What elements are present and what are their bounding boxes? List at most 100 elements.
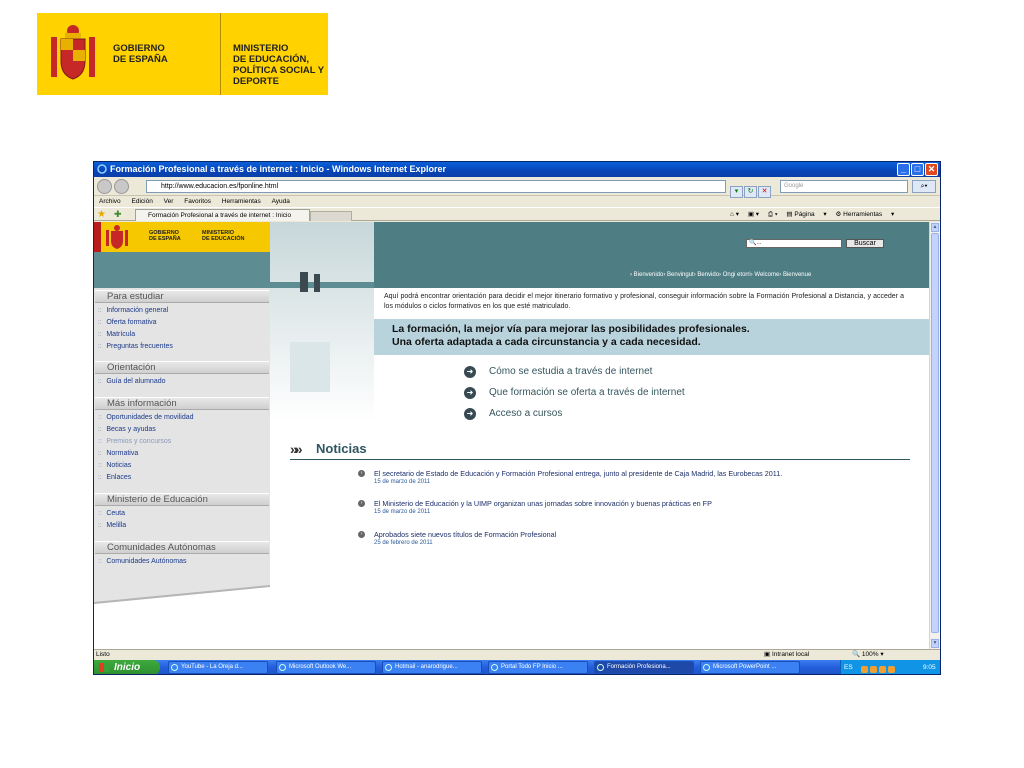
nav-oferta-formativa[interactable]: :: Oferta formativa bbox=[98, 318, 157, 328]
coat-of-arms-icon bbox=[51, 25, 95, 80]
tray-app-icon[interactable] bbox=[879, 666, 886, 673]
tray-app-icon[interactable] bbox=[861, 666, 868, 673]
nav-head-para-estudiar[interactable]: Para estudiar bbox=[95, 290, 269, 303]
address-bar-row: http://www.educacion.es/fponline.html ▾ ↻… bbox=[94, 177, 940, 198]
nav-head-orientacion[interactable]: Orientación bbox=[95, 361, 269, 374]
tab-active[interactable]: Formación Profesional a través de intern… bbox=[135, 209, 310, 221]
task-portal-fp[interactable]: Portal Todo FP Inicio ... bbox=[488, 661, 588, 674]
taskbar: Inicio YouTube - La Oreja d... Microsoft… bbox=[94, 660, 940, 674]
nav-normativa[interactable]: :: Normativa bbox=[98, 449, 138, 459]
task-outlook[interactable]: Microsoft Outlook We... bbox=[276, 661, 376, 674]
nav-ceuta[interactable]: :: Ceuta bbox=[98, 509, 125, 519]
system-tray: ES 9:05 bbox=[840, 660, 940, 674]
hero-photo-art bbox=[270, 272, 374, 392]
nav-informacion-general[interactable]: :: Información general bbox=[98, 306, 168, 316]
nav-head-ministerio[interactable]: Ministerio de Educación bbox=[95, 493, 269, 506]
start-button[interactable]: Inicio bbox=[94, 660, 160, 674]
menu-archivo[interactable]: Archivo bbox=[99, 198, 121, 205]
nav-guia-alumnado[interactable]: :: Guía del alumnado bbox=[98, 377, 166, 387]
nav-matricula[interactable]: :: Matrícula bbox=[98, 330, 135, 340]
address-input[interactable]: http://www.educacion.es/fponline.html bbox=[146, 180, 726, 193]
arrow-right-icon: ➜ bbox=[464, 366, 476, 378]
site-logo-ministry: MINISTERIO DE EDUCACIÓN bbox=[202, 230, 245, 242]
search-input[interactable]: Google bbox=[780, 180, 908, 193]
ie-icon bbox=[171, 664, 178, 671]
menu-ayuda[interactable]: Ayuda bbox=[272, 198, 290, 205]
double-chevron-icon: »» bbox=[290, 441, 302, 457]
menu-ver[interactable]: Ver bbox=[164, 198, 174, 205]
task-youtube[interactable]: YouTube - La Oreja d... bbox=[168, 661, 268, 674]
vertical-scrollbar[interactable]: ▲ ▼ bbox=[929, 222, 940, 649]
print-icon[interactable]: ⎙ ▾ bbox=[768, 211, 778, 218]
site-search-button[interactable]: Buscar bbox=[846, 239, 884, 248]
window-title: Formación Profesional a través de intern… bbox=[110, 164, 446, 174]
bullet-arrow-icon: › bbox=[358, 500, 365, 507]
close-button[interactable]: ✕ bbox=[925, 163, 938, 176]
scroll-up-icon[interactable]: ▲ bbox=[931, 223, 939, 232]
home-icon[interactable]: ⌂ ▾ bbox=[730, 211, 739, 218]
arrow-right-icon: ➜ bbox=[464, 408, 476, 420]
language-indicator[interactable]: ES bbox=[844, 660, 853, 674]
task-formacion[interactable]: Formación Profesiona... bbox=[594, 661, 694, 674]
nav-noticias[interactable]: :: Noticias bbox=[98, 461, 131, 471]
nav-enlaces[interactable]: :: Enlaces bbox=[98, 473, 131, 483]
nav-becas-ayudas[interactable]: :: Becas y ayudas bbox=[98, 425, 156, 435]
nav-premios-concursos[interactable]: :: Premios y concursos bbox=[98, 437, 171, 447]
hero-photo bbox=[270, 222, 374, 422]
scroll-down-icon[interactable]: ▼ bbox=[931, 639, 939, 648]
menu-herramientas[interactable]: Herramientas bbox=[222, 198, 261, 205]
nav-comunidades-autonomas[interactable]: :: Comunidades Autónomas bbox=[98, 557, 187, 567]
back-button[interactable] bbox=[97, 179, 112, 194]
news-header: »» Noticias bbox=[290, 440, 910, 460]
language-links[interactable]: › Bienvenido› Benvingut› Benvido› Ongi e… bbox=[630, 272, 811, 278]
scroll-thumb[interactable] bbox=[931, 233, 939, 633]
menu-favoritos[interactable]: Favoritos bbox=[184, 198, 211, 205]
tab-new[interactable] bbox=[310, 211, 352, 221]
ie-icon bbox=[597, 664, 604, 671]
site-search-input[interactable]: 🔍... bbox=[746, 239, 842, 248]
nav-head-mas-informacion[interactable]: Más información bbox=[95, 397, 269, 410]
status-bar: Listo ▣ Intranet local 🔍 100% ▾ bbox=[94, 649, 940, 660]
zoom-level[interactable]: 🔍 100% ▾ bbox=[852, 650, 884, 660]
nav-oportunidades-movilidad[interactable]: :: Oportunidades de movilidad bbox=[98, 413, 194, 423]
maximize-button[interactable]: □ bbox=[911, 163, 924, 176]
ie-icon bbox=[279, 664, 286, 671]
ie-icon bbox=[97, 164, 107, 174]
bullet-arrow-icon: › bbox=[358, 470, 365, 477]
command-bar: ⌂ ▾ ▣ ▾ ⎙ ▾ ▤ Página ▾ ⚙ Herramientas ▾ bbox=[730, 210, 901, 220]
add-favorite-icon[interactable]: ✚ bbox=[114, 209, 122, 220]
site-header: GOBIERNO DE ESPAÑA MINISTERIO DE EDUCACIÓN… bbox=[94, 222, 929, 288]
header-band bbox=[94, 252, 270, 288]
address-actions: ▾ ↻ ✕ bbox=[730, 180, 774, 198]
menu-edicion[interactable]: Edición bbox=[132, 198, 153, 205]
tools-menu[interactable]: ⚙ Herramientas ▾ bbox=[836, 211, 895, 218]
web-content: GOBIERNO DE ESPAÑA MINISTERIO DE EDUCACIÓN… bbox=[94, 222, 929, 649]
favorites-star-icon[interactable]: ★ bbox=[97, 209, 106, 220]
forward-button[interactable] bbox=[114, 179, 129, 194]
feeds-icon[interactable]: ▣ ▾ bbox=[748, 211, 759, 218]
clock: 9:05 bbox=[923, 664, 936, 671]
site-logo[interactable]: GOBIERNO DE ESPAÑA MINISTERIO DE EDUCACIÓN bbox=[94, 222, 270, 252]
left-navigation: Para estudiar :: Información general :: Of… bbox=[94, 288, 270, 649]
favorites-bar: ★ ✚ Formación Profesional a través de in… bbox=[94, 207, 940, 221]
nav-preguntas-frecuentes[interactable]: :: Preguntas frecuentes bbox=[98, 342, 173, 352]
arrow-right-icon: ➜ bbox=[464, 387, 476, 399]
ministry-logo: GOBIERNO DE ESPAÑA MINISTERIO DE EDUCACIÓN… bbox=[37, 13, 328, 95]
tray-app-icon[interactable] bbox=[888, 666, 895, 673]
gov-text: GOBIERNO DE ESPAÑA bbox=[113, 43, 168, 65]
nav-melilla[interactable]: :: Melilla bbox=[98, 521, 126, 531]
page-menu[interactable]: ▤ Página ▾ bbox=[786, 211, 826, 218]
logo-stripe bbox=[94, 222, 101, 252]
task-hotmail[interactable]: Hotmail - anarodrigue... bbox=[382, 661, 482, 674]
nav-curl bbox=[94, 585, 270, 649]
window-titlebar: Formación Profesional a través de intern… bbox=[94, 162, 940, 177]
task-powerpoint[interactable]: Microsoft PowerPoint ... bbox=[700, 661, 800, 674]
tagline-2: Una oferta adaptada a cada circunstancia… bbox=[392, 336, 701, 348]
nav-head-comunidades[interactable]: Comunidades Autónomas bbox=[95, 541, 269, 554]
tray-app-icon[interactable] bbox=[870, 666, 877, 673]
logo-divider bbox=[220, 13, 221, 95]
ministry-text: MINISTERIO DE EDUCACIÓN, POLÍTICA SOCIAL Y… bbox=[233, 43, 324, 87]
slide: GOBIERNO DE ESPAÑA MINISTERIO DE EDUCACIÓN… bbox=[0, 0, 1024, 768]
minimize-button[interactable]: _ bbox=[897, 163, 910, 176]
search-icon[interactable]: ⌕▾ bbox=[912, 180, 936, 193]
